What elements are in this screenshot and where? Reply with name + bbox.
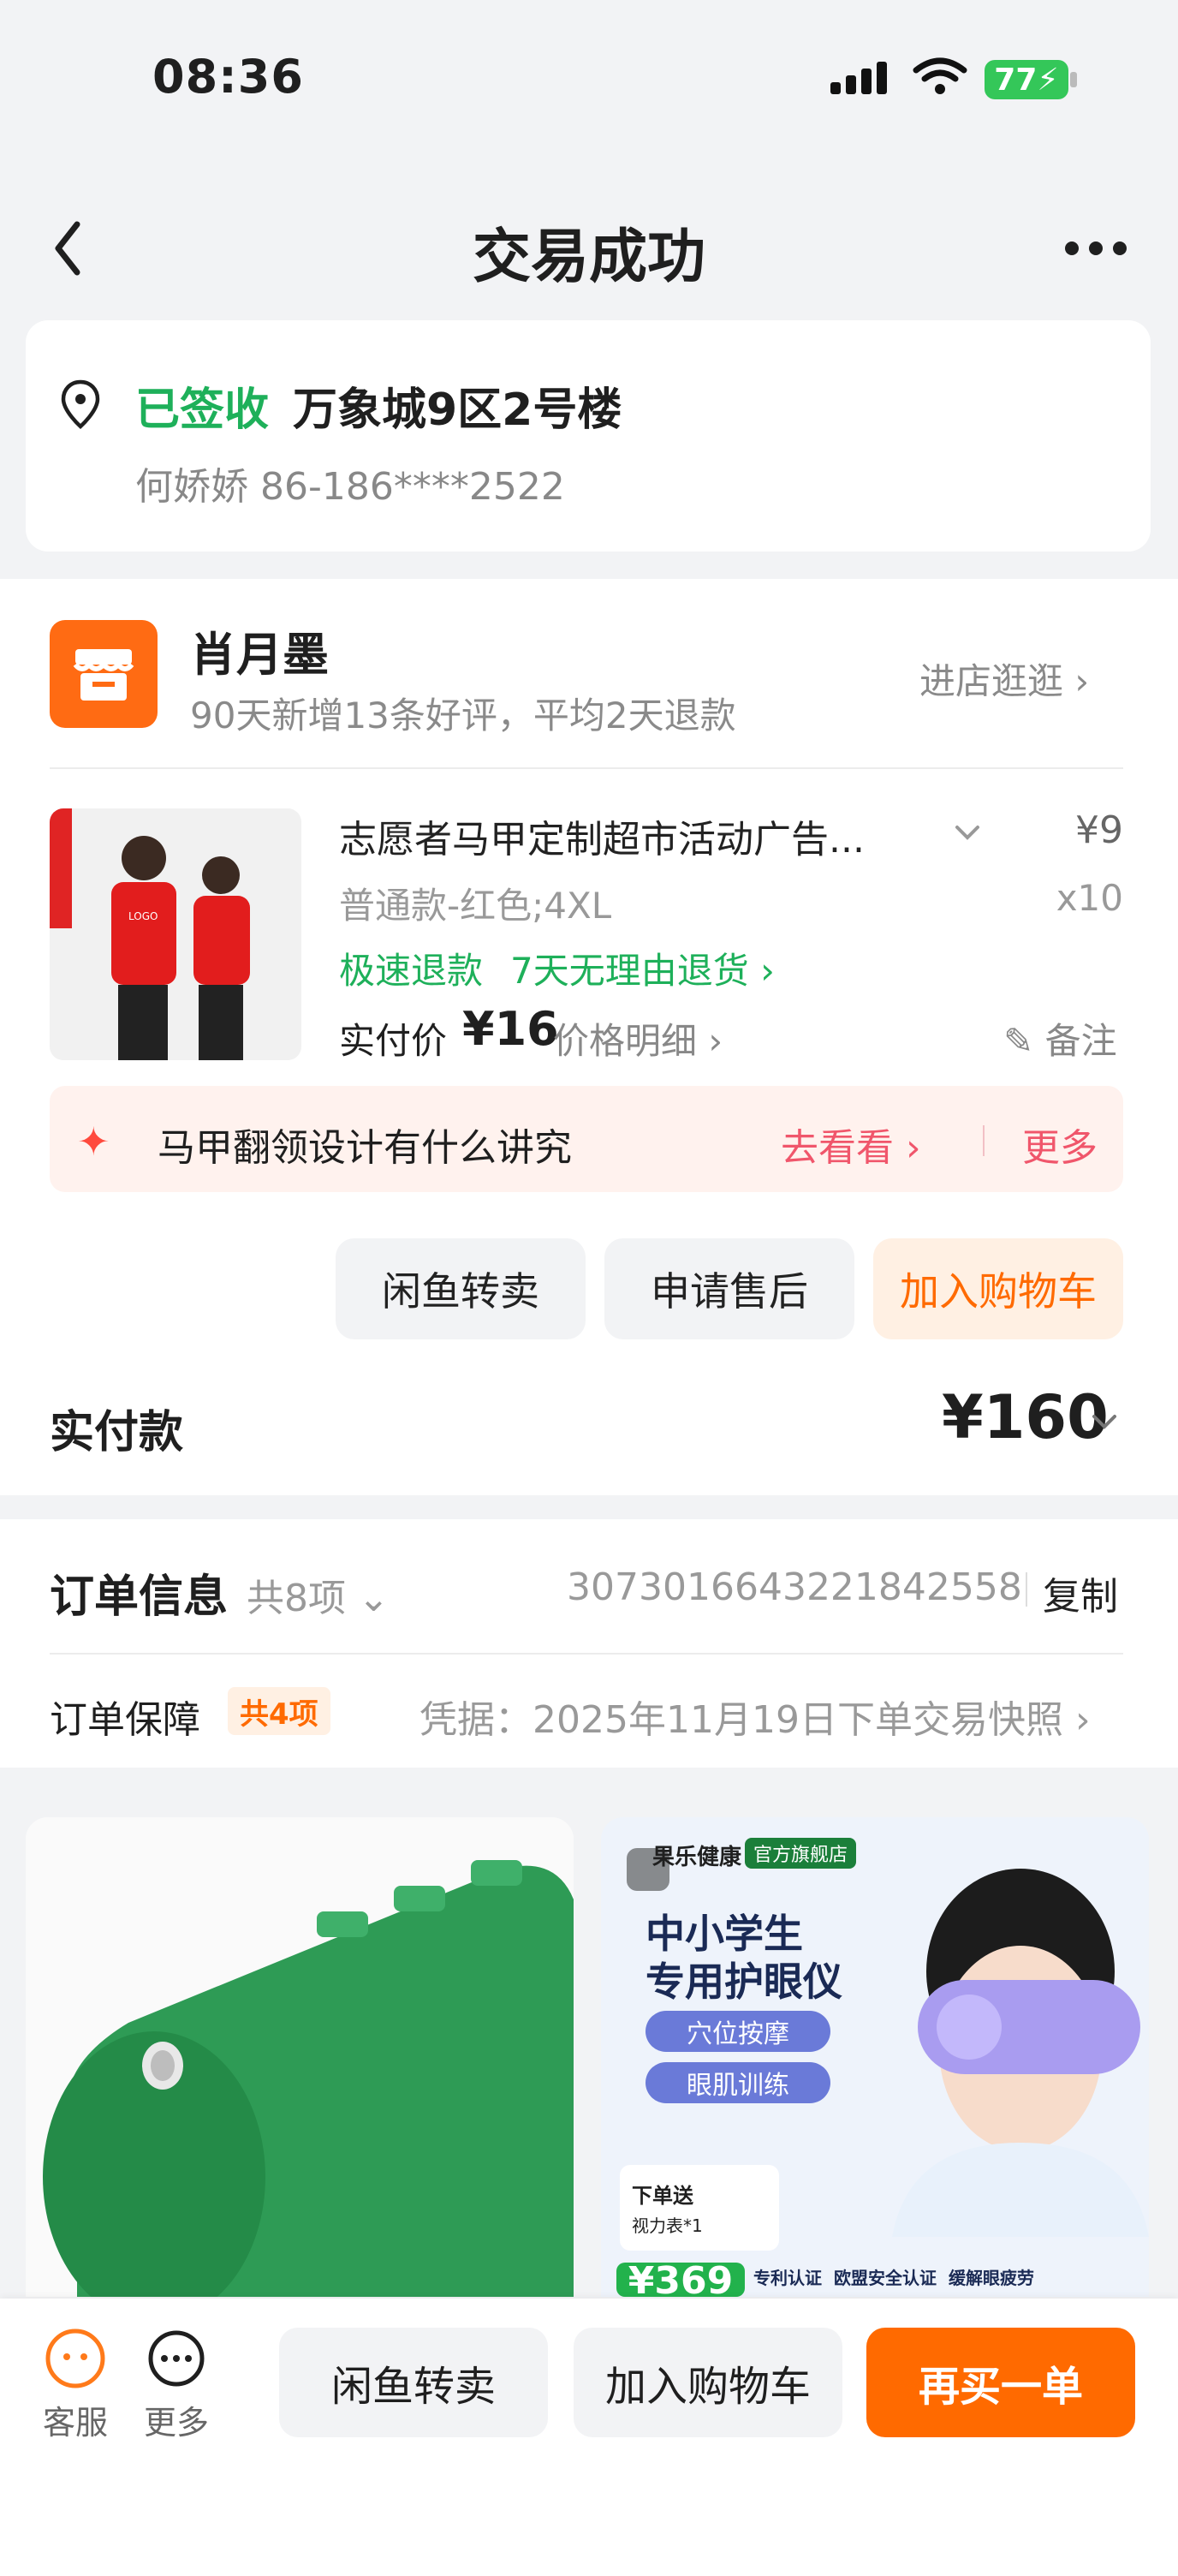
customer-service-icon[interactable] (45, 2328, 106, 2389)
brand-name: 果乐健康 (652, 1845, 742, 1870)
total-value: ¥160 (942, 1382, 1109, 1452)
chevron-down-icon: ⌄ (358, 1577, 390, 1620)
chevron-down-icon[interactable] (1087, 1404, 1121, 1439)
copy-button[interactable]: 复制 (1043, 1565, 1118, 1620)
tip-go-label: 去看看 (781, 1126, 894, 1170)
price-detail-label: 价格明细 (553, 1020, 698, 1062)
divider (1026, 1572, 1027, 1607)
cert-2: 欧盟安全认证 (834, 2268, 937, 2288)
order-info-count: 共8项 (247, 1577, 346, 1620)
cert-list: 专利认证 欧盟安全认证 缓解眼疲劳 (753, 2264, 1034, 2289)
fast-refund-tag: 极速退款 (339, 950, 484, 992)
wifi-icon (913, 57, 967, 94)
official-badge: 官方旗舰店 (745, 1838, 857, 1869)
enter-store-link[interactable]: 进店逛逛 › (919, 653, 1089, 705)
ad-price: ¥369 (616, 2263, 745, 2297)
tank-image (26, 1817, 574, 2297)
feature-pill-2: 眼肌训练 (646, 2062, 830, 2103)
gift-line-1: 下单送 (632, 2184, 693, 2208)
chevron-right-icon: › (708, 1020, 723, 1062)
product-price: ¥9 (1075, 808, 1123, 852)
order-number: 3073016643221842558 (567, 1565, 1022, 1609)
battery-cap (1070, 72, 1077, 87)
price-detail-link[interactable]: 价格明细 › (553, 1012, 723, 1064)
chevron-right-icon: › (1074, 1698, 1091, 1742)
gift-line-2: 视力表*1 (632, 2215, 703, 2236)
sparkle-icon: ✦ (77, 1118, 110, 1165)
product-title[interactable]: 志愿者马甲定制超市活动广告... (339, 808, 865, 863)
product-image[interactable]: LOGO (50, 808, 301, 1060)
add-to-cart-button[interactable]: 加入购物车 (873, 1238, 1123, 1339)
child-with-massager-image (892, 1869, 1149, 2237)
address-location: 万象城9区2号楼 (293, 385, 622, 436)
order-info-title: 订单信息 (50, 1571, 229, 1623)
logo-text: LOGO (128, 910, 158, 922)
product-quantity: x10 (1056, 877, 1123, 919)
chevron-right-icon: › (906, 1126, 921, 1170)
enter-store-label: 进店逛逛 (919, 660, 1064, 702)
address-contact: 何娇娇 86-186****2522 (135, 465, 565, 509)
tip-divider (983, 1125, 985, 1156)
store-logo[interactable] (50, 620, 158, 728)
paid-price-label: 实付价 (339, 1020, 448, 1062)
page-title: 交易成功 (472, 224, 705, 291)
product-spec: 普通款-红色;4XL (339, 885, 612, 927)
tip-text: 马甲翻领设计有什么讲究 (158, 1126, 572, 1170)
status-time: 08:36 (152, 50, 304, 104)
order-info-toggle[interactable]: 共8项 ⌄ (247, 1567, 390, 1622)
after-sale-button[interactable]: 申请售后 (604, 1238, 854, 1339)
bottom-resell-button[interactable]: 闲鱼转卖 (279, 2328, 548, 2437)
edit-icon: ✎ (1003, 1020, 1034, 1062)
store-name[interactable]: 肖月墨 (190, 617, 329, 684)
store-icon (73, 649, 134, 701)
delivery-status: 已签收 (135, 385, 270, 436)
feature-pill-1: 穴位按摩 (646, 2011, 830, 2052)
buy-again-button[interactable]: 再买一单 (866, 2328, 1135, 2437)
location-pin-icon (61, 379, 100, 430)
tip-go-link[interactable]: 去看看 › (781, 1117, 921, 1172)
recommend-card-eye-massager[interactable]: 果乐健康 官方旗舰店 中小学生 专用护眼仪 穴位按摩 眼肌训练 下单送 视力表*… (601, 1817, 1149, 2297)
snapshot-label: 凭据：2025年11月19日下单交易快照 (419, 1698, 1063, 1742)
customer-service-label[interactable]: 客服 (28, 2396, 122, 2443)
signal-icon (830, 62, 887, 94)
divider (50, 767, 1123, 769)
gift-box: 下单送 视力表*1 (620, 2165, 779, 2251)
cert-1: 专利认证 (753, 2268, 822, 2288)
cert-3: 缓解眼疲劳 (949, 2268, 1034, 2288)
divider (50, 1653, 1123, 1655)
guarantee-badge[interactable]: 共4项 (228, 1687, 330, 1735)
guarantee-label: 订单保障 (50, 1698, 200, 1742)
more-options-icon[interactable] (146, 2328, 207, 2389)
snapshot-link[interactable]: 凭据：2025年11月19日下单交易快照 › (419, 1689, 1091, 1744)
paid-price-value: ¥16 (462, 1002, 559, 1056)
chevron-down-icon[interactable] (950, 815, 985, 850)
return-policy-label: 7天无理由退货 (510, 950, 749, 992)
chevron-right-icon: › (1074, 660, 1090, 702)
resell-button[interactable]: 闲鱼转卖 (336, 1238, 586, 1339)
store-desc: 90天新增13条好评，平均2天退款 (190, 695, 736, 736)
bottom-add-to-cart-button[interactable]: 加入购物车 (574, 2328, 842, 2437)
return-policy-tag[interactable]: 7天无理由退货 › (510, 942, 775, 994)
total-label: 实付款 (50, 1407, 184, 1458)
battery-icon: 77 ⚡ (985, 60, 1068, 99)
note-button[interactable]: ✎ 备注 (1003, 1012, 1117, 1064)
battery-level: 77 (994, 62, 1038, 98)
tip-more-link[interactable]: 更多 (1022, 1117, 1098, 1172)
more-options-label[interactable]: 更多 (129, 2396, 223, 2443)
more-icon[interactable] (1065, 242, 1127, 255)
recommend-card-tank[interactable] (26, 1817, 574, 2297)
note-label: 备注 (1044, 1020, 1117, 1062)
chevron-right-icon: › (760, 950, 775, 992)
ad-headline-2: 专用护眼仪 (646, 1959, 842, 2005)
product-photo: LOGO (50, 808, 301, 1060)
